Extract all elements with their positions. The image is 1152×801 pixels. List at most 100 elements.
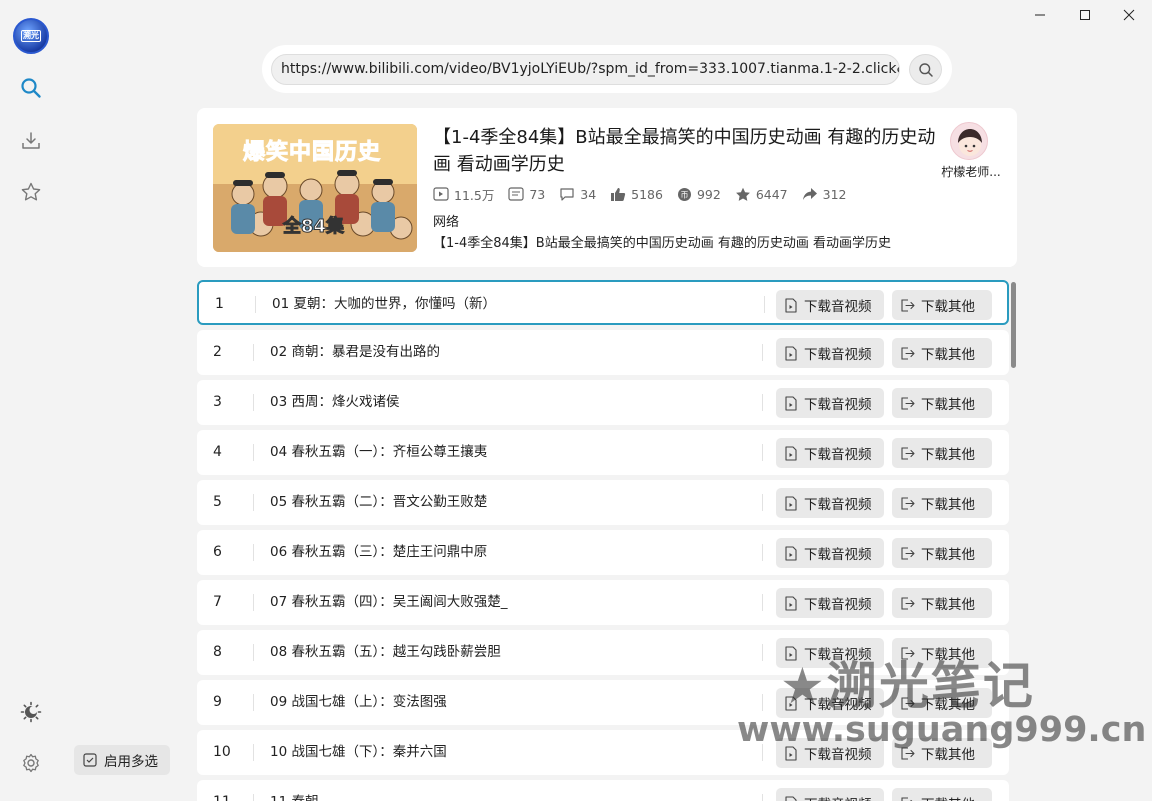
column-divider xyxy=(762,644,763,661)
episode-title: 08 春秋五霸（五）：越王勾践卧薪尝胆 xyxy=(270,644,501,660)
multi-select-button[interactable]: 启用多选 xyxy=(74,745,170,775)
download-other-button[interactable]: 下载其他 xyxy=(892,488,992,518)
episode-number: 11 xyxy=(213,780,231,801)
minimize-button[interactable] xyxy=(1017,0,1063,30)
export-icon xyxy=(901,496,915,510)
download-other-button[interactable]: 下载其他 xyxy=(892,438,992,468)
logo-text: 溯光 xyxy=(21,30,41,42)
maximize-button[interactable] xyxy=(1062,0,1108,30)
danmaku-count: 73 xyxy=(529,186,546,202)
nav-settings[interactable] xyxy=(16,748,46,778)
download-other-label: 下载其他 xyxy=(921,547,975,563)
search-button[interactable] xyxy=(909,54,942,85)
column-divider xyxy=(255,296,256,313)
download-other-button[interactable]: 下载其他 xyxy=(892,338,992,368)
download-other-label: 下载其他 xyxy=(921,793,975,801)
episode-row[interactable]: 1 01 夏朝：大咖的世界，你懂吗（新） 下载音视频 下载其他 xyxy=(197,280,1009,325)
uploader-avatar[interactable] xyxy=(950,122,988,160)
episode-title: 06 春秋五霸（三）：楚庄王问鼎中原 xyxy=(270,544,488,560)
episode-row[interactable]: 7 07 春秋五霸（四）：吴王阖闾大败强楚_ 下载音视频 下载其他 xyxy=(197,580,1009,625)
column-divider xyxy=(253,344,254,361)
views-count: 11.5万 xyxy=(454,187,495,203)
shares-count: 312 xyxy=(822,186,847,202)
episode-title: 05 春秋五霸（二）：晋文公勤王败楚 xyxy=(270,494,488,510)
download-av-button[interactable]: 下载音视频 xyxy=(776,438,884,468)
download-other-label: 下载其他 xyxy=(921,597,975,613)
nav-search[interactable] xyxy=(16,73,46,103)
episode-row[interactable]: 11 11 秦朝下载音视频 下载其他 xyxy=(197,780,1009,801)
episode-number: 4 xyxy=(213,444,222,460)
list-scrollbar[interactable] xyxy=(1011,282,1016,368)
play-icon xyxy=(433,187,449,201)
download-av-label: 下载音视频 xyxy=(804,597,872,613)
nav-favorites[interactable] xyxy=(16,177,46,207)
nav-downloads[interactable] xyxy=(16,126,46,156)
theme-toggle[interactable] xyxy=(16,697,46,727)
thumbs-up-icon xyxy=(611,187,626,201)
uploader-name[interactable]: 柠檬老师... xyxy=(933,163,1009,180)
watermark-title: ★溯光笔记 xyxy=(780,657,1035,715)
checkbox-icon xyxy=(83,753,97,767)
video-thumbnail[interactable]: 爆笑中国历史 全84集 xyxy=(213,124,417,252)
episode-row[interactable]: 5 05 春秋五霸（二）：晋文公勤王败楚 下载音视频 下载其他 xyxy=(197,480,1009,525)
download-other-button[interactable]: 下载其他 xyxy=(892,588,992,618)
multi-select-label: 启用多选 xyxy=(104,754,158,770)
episode-row[interactable]: 4 04 春秋五霸（一）：齐桓公尊王攘夷 下载音视频 下载其他 xyxy=(197,430,1009,475)
download-av-label: 下载音视频 xyxy=(804,347,872,363)
file-video-icon xyxy=(785,795,797,801)
episode-title: 07 春秋五霸（四）：吴王阖闾大败强楚_ xyxy=(270,594,508,610)
download-av-button[interactable]: 下载音视频 xyxy=(776,488,884,518)
column-divider xyxy=(253,644,254,661)
episode-number: 5 xyxy=(213,494,222,510)
download-av-button[interactable]: 下载音视频 xyxy=(776,290,884,320)
column-divider xyxy=(253,794,254,801)
video-stats: 11.5万 73 34 5186 币 992 6447 312 xyxy=(433,185,861,203)
star-icon xyxy=(21,182,41,201)
download-other-label: 下载其他 xyxy=(921,497,975,513)
video-category: 网络 xyxy=(433,215,460,230)
share-icon xyxy=(802,188,817,200)
gear-icon xyxy=(23,753,39,773)
file-video-icon xyxy=(785,297,797,313)
download-other-button[interactable]: 下载其他 xyxy=(892,788,992,801)
episode-number: 7 xyxy=(213,594,222,610)
download-av-button[interactable]: 下载音视频 xyxy=(776,538,884,568)
download-other-button[interactable]: 下载其他 xyxy=(892,388,992,418)
episode-row[interactable]: 6 06 春秋五霸（三）：楚庄王问鼎中原 下载音视频 下载其他 xyxy=(197,530,1009,575)
export-icon xyxy=(901,796,913,801)
app-logo: 溯光 xyxy=(13,18,49,54)
column-divider xyxy=(762,344,763,361)
download-other-label: 下载其他 xyxy=(921,397,975,413)
column-divider xyxy=(253,744,254,761)
download-other-label: 下载其他 xyxy=(921,299,975,315)
download-av-label: 下载音视频 xyxy=(804,547,872,563)
export-icon xyxy=(901,446,915,460)
download-av-button[interactable]: 下载音视频 xyxy=(776,788,884,801)
download-av-button[interactable]: 下载音视频 xyxy=(776,588,884,618)
svg-text:币: 币 xyxy=(680,190,688,199)
download-av-label: 下载音视频 xyxy=(804,397,872,413)
file-video-icon xyxy=(785,545,797,561)
export-icon xyxy=(901,396,915,410)
episode-row[interactable]: 2 02 商朝：暴君是没有出路的 下载音视频 下载其他 xyxy=(197,330,1009,375)
danmaku-icon xyxy=(508,187,524,201)
download-av-button[interactable]: 下载音视频 xyxy=(776,338,884,368)
download-av-button[interactable]: 下载音视频 xyxy=(776,388,884,418)
avatar-art xyxy=(958,129,982,156)
video-description: 【1-4季全84集】B站最全最搞笑的中国历史动画 有趣的历史动画 看动画学历史 xyxy=(433,236,891,251)
coin-icon: 币 xyxy=(677,187,691,201)
episode-number: 9 xyxy=(213,694,222,710)
file-video-icon xyxy=(785,445,797,461)
download-other-button[interactable]: 下载其他 xyxy=(892,538,992,568)
episode-row[interactable]: 3 03 西周：烽火戏诸侯 下载音视频 下载其他 xyxy=(197,380,1009,425)
column-divider xyxy=(762,544,763,561)
minimize-icon xyxy=(1035,14,1045,16)
download-other-button[interactable]: 下载其他 xyxy=(892,290,992,320)
url-input[interactable]: https://www.bilibili.com/video/BV1yjoLYi… xyxy=(271,54,900,85)
episode-title: 10 战国七雄（下）：秦并六国 xyxy=(270,744,447,760)
theme-icon xyxy=(20,701,42,723)
close-button[interactable] xyxy=(1106,0,1152,30)
stat-danmaku: 73 xyxy=(508,187,545,202)
favorites-count: 6447 xyxy=(755,186,788,202)
episode-title: 09 战国七雄（上）：变法图强 xyxy=(270,694,447,710)
